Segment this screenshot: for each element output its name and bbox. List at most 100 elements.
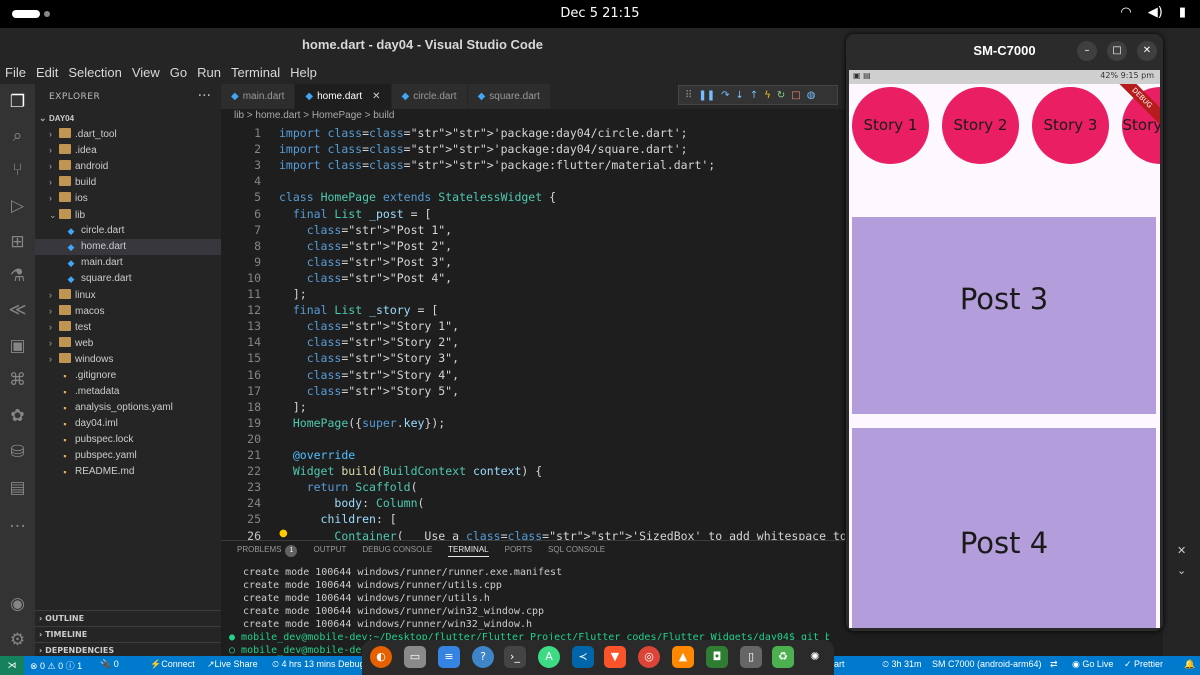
- project-root[interactable]: ⌄ DAY04: [35, 110, 221, 126]
- vscode-icon[interactable]: ≺: [572, 646, 594, 668]
- tab-square-dart[interactable]: ◆ square.dart: [467, 84, 551, 109]
- step-out-icon[interactable]: ↑: [750, 90, 758, 101]
- go-live-status[interactable]: ◉ Go Live: [1072, 659, 1113, 670]
- tree-item[interactable]: ▪ README.md: [35, 464, 221, 480]
- text-editor-icon[interactable]: ≡: [438, 646, 460, 668]
- tab-circle-dart[interactable]: ◆ circle.dart: [391, 84, 468, 109]
- code-editor[interactable]: 1 import class=class="str">"str">'package…: [221, 124, 845, 540]
- code-line[interactable]: class="str">"Post 3",: [279, 255, 452, 269]
- tree-item[interactable]: › macos: [35, 303, 221, 319]
- code-line[interactable]: class="str">"Post 4",: [279, 271, 452, 285]
- story-circle[interactable]: Story 1: [852, 87, 929, 164]
- chrome-icon[interactable]: ◎: [638, 646, 660, 668]
- testing-icon[interactable]: ⚗: [5, 264, 30, 289]
- code-line[interactable]: import class=class="str">"str">'package:…: [279, 158, 715, 172]
- tree-item[interactable]: ▪ pubspec.yaml: [35, 448, 221, 464]
- tab-terminal[interactable]: TERMINAL: [448, 545, 489, 557]
- code-line[interactable]: ];: [279, 287, 307, 301]
- problems-status[interactable]: ⊗ 0 ⚠ 0 ⓘ 1: [30, 659, 82, 672]
- stop-icon[interactable]: □: [791, 90, 800, 101]
- drag-handle-icon[interactable]: ⠿: [685, 90, 692, 101]
- code-line[interactable]: class="str">"Story 5",: [279, 384, 459, 398]
- android-studio-icon[interactable]: A: [538, 646, 560, 668]
- more-icon[interactable]: …: [5, 510, 30, 535]
- phone-screen[interactable]: Story 1 Story 2 Story 3 Story 4 Post 3 P…: [849, 84, 1160, 628]
- terminal-prompt[interactable]: ○ mobile_dev@mobile-dev:: [229, 645, 374, 656]
- paw-icon[interactable]: ✿: [5, 404, 30, 429]
- code-line[interactable]: import class=class="str">"str">'package:…: [279, 142, 688, 156]
- menu-file[interactable]: File: [5, 62, 26, 84]
- tree-item[interactable]: › build: [35, 174, 221, 190]
- tree-item[interactable]: ⌄ lib: [35, 207, 221, 223]
- tab-home-dart[interactable]: ◆ home.dart ✕: [295, 84, 392, 109]
- menu-edit[interactable]: Edit: [36, 62, 58, 84]
- code-line[interactable]: children: [: [279, 512, 397, 526]
- terminal-icon[interactable]: ›_: [504, 646, 526, 668]
- tree-item[interactable]: › android: [35, 158, 221, 174]
- close-icon[interactable]: ✕: [372, 91, 380, 102]
- explorer-icon[interactable]: ❐: [5, 90, 30, 115]
- trash-icon[interactable]: ♻: [772, 646, 794, 668]
- ports-status[interactable]: 🔌 0: [100, 659, 119, 670]
- tree-item[interactable]: › windows: [35, 351, 221, 367]
- hot-reload-icon[interactable]: ϟ: [764, 90, 771, 101]
- tree-item[interactable]: ▪ analysis_options.yaml: [35, 400, 221, 416]
- tree-item[interactable]: ▪ .metadata: [35, 384, 221, 400]
- git-graph-icon[interactable]: ⌘: [5, 368, 30, 393]
- tree-item[interactable]: › .dart_tool: [35, 126, 221, 142]
- remote-icon[interactable]: ⋊: [0, 656, 24, 675]
- sync-icon[interactable]: ⇄: [1050, 659, 1058, 670]
- code-line[interactable]: class="str">"Post 2",: [279, 239, 452, 253]
- tab-debug-console[interactable]: DEBUG CONSOLE: [362, 545, 432, 557]
- connect-status[interactable]: ⚡Connect: [150, 659, 195, 670]
- code-line[interactable]: class="str">"Story 1",: [279, 319, 459, 333]
- code-line[interactable]: class="str">"Story 4",: [279, 368, 459, 382]
- code-line[interactable]: ];: [279, 400, 307, 414]
- lightbulb-icon[interactable]: ●: [279, 528, 288, 539]
- brave-icon[interactable]: ▼: [604, 646, 626, 668]
- tree-item[interactable]: › web: [35, 335, 221, 351]
- close-icon[interactable]: ✕: [1177, 544, 1186, 557]
- maximize-icon[interactable]: □: [1107, 41, 1127, 61]
- tree-item[interactable]: › test: [35, 319, 221, 335]
- clock[interactable]: Dec 5 21:15: [0, 6, 1200, 21]
- tree-item[interactable]: › linux: [35, 287, 221, 303]
- extensions-icon[interactable]: ⊞: [5, 230, 30, 255]
- code-line[interactable]: class="str">"Story 3",: [279, 351, 459, 365]
- menu-go[interactable]: Go: [170, 62, 187, 84]
- menu-run[interactable]: Run: [197, 62, 221, 84]
- code-line[interactable]: class="str">"Post 1",: [279, 223, 452, 237]
- tree-item[interactable]: ◆ main.dart: [35, 255, 221, 271]
- flutter-icon[interactable]: ≪: [5, 298, 30, 323]
- code-line[interactable]: final List _post = [: [279, 207, 432, 221]
- pause-icon[interactable]: ❚❚: [698, 90, 715, 101]
- tab-ports[interactable]: PORTS: [505, 545, 532, 557]
- code-line[interactable]: body: Column(: [279, 496, 424, 510]
- time-tracker-status[interactable]: ⏲ 4 hrs 13 mins Debug: [272, 659, 365, 670]
- usb-icon[interactable]: ▯: [740, 646, 762, 668]
- settings-gear-icon[interactable]: ⚙: [5, 628, 30, 653]
- code-line[interactable]: class HomePage extends StatelessWidget {: [279, 190, 556, 204]
- code-line[interactable]: return Scaffold(: [279, 480, 418, 494]
- step-over-icon[interactable]: ↷: [721, 90, 729, 101]
- device-status[interactable]: SM C7000 (android-arm64): [932, 659, 1042, 669]
- prettier-status[interactable]: ✓ Prettier: [1124, 659, 1163, 670]
- tree-item[interactable]: ▪ day04.iml: [35, 416, 221, 432]
- menu-selection[interactable]: Selection: [68, 62, 121, 84]
- emulator-icon[interactable]: ◘: [706, 646, 728, 668]
- code-line[interactable]: @override: [279, 448, 355, 462]
- remote-explorer-icon[interactable]: ▤: [5, 476, 30, 501]
- step-into-icon[interactable]: ↓: [735, 90, 743, 101]
- apps-grid-icon[interactable]: ✺: [804, 646, 826, 668]
- firefox-icon[interactable]: ◐: [370, 646, 392, 668]
- status-art[interactable]: art: [834, 659, 845, 669]
- tab-problems[interactable]: PROBLEMS 1: [237, 545, 298, 557]
- tree-item[interactable]: ◆ circle.dart: [35, 223, 221, 239]
- menu-view[interactable]: View: [132, 62, 160, 84]
- duration-status[interactable]: ⏲ 3h 31m: [882, 659, 922, 670]
- code-line[interactable]: final List _story = [: [279, 303, 438, 317]
- tree-item[interactable]: ▪ pubspec.lock: [35, 432, 221, 448]
- tab-sql-console[interactable]: SQL CONSOLE: [548, 545, 605, 557]
- database-icon[interactable]: ⛁: [5, 440, 30, 465]
- tree-item[interactable]: › ios: [35, 190, 221, 206]
